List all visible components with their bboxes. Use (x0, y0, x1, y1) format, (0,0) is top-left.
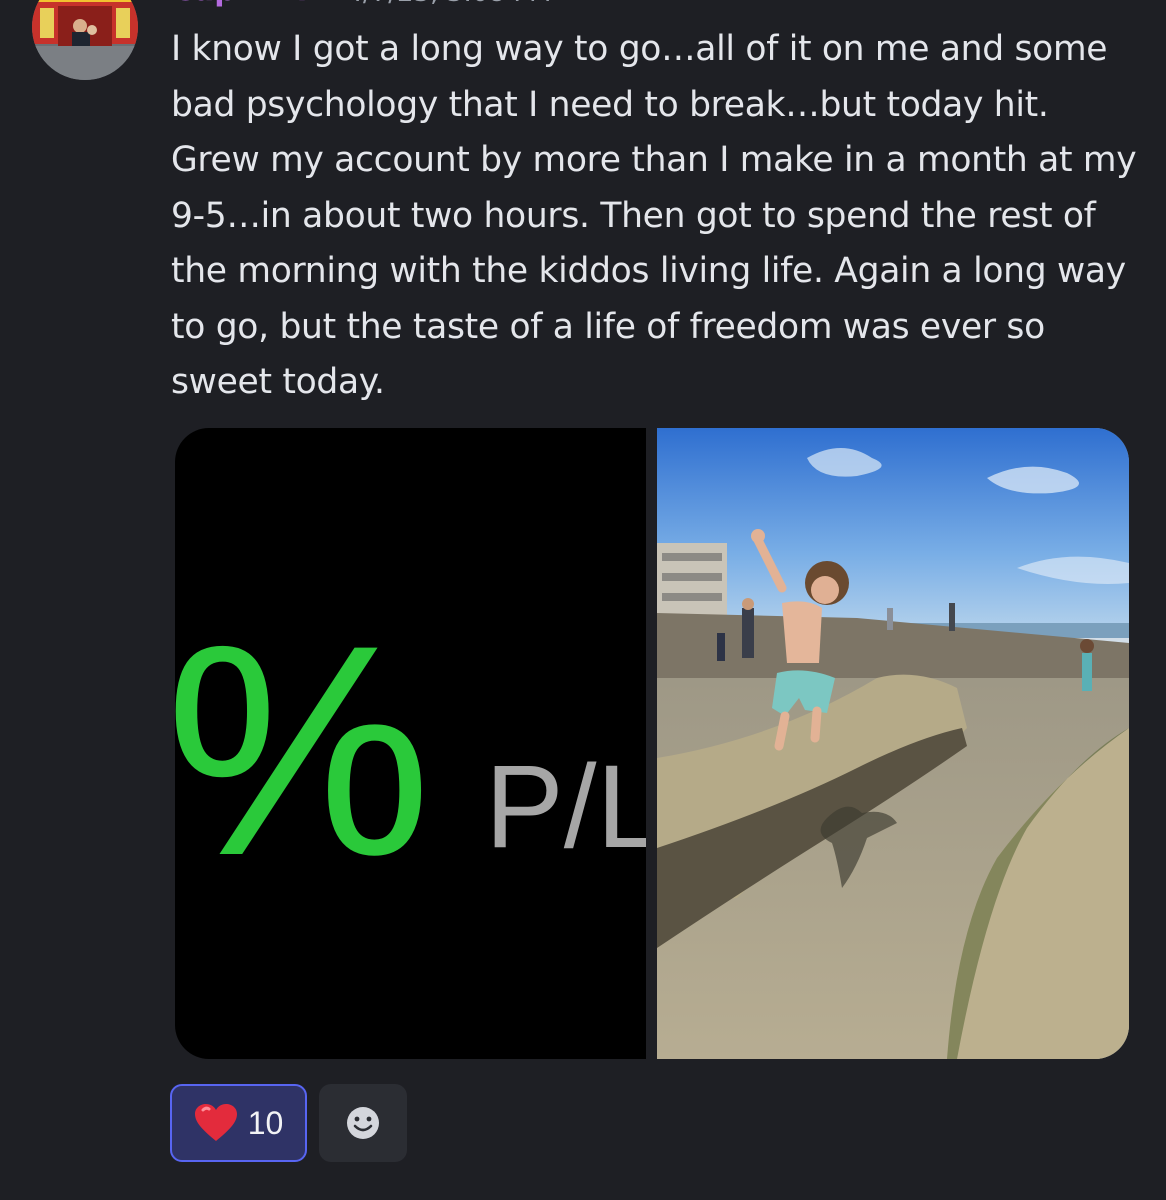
heart-icon (194, 1104, 237, 1141)
reactions-bar: 10 (170, 1084, 407, 1162)
pl-label: P/L (485, 748, 646, 866)
author-name[interactable]: Capt. Dix (172, 0, 326, 8)
user-avatar[interactable] (32, 0, 138, 80)
add-reaction-button[interactable] (319, 1084, 407, 1162)
beach-photo-attachment[interactable] (657, 428, 1129, 1059)
avatar-image (32, 0, 138, 80)
message-header: Capt. Dix 4/7/23, 3:08 PM (172, 0, 551, 8)
smiley-icon (347, 1107, 379, 1139)
message-timestamp: 4/7/23, 3:08 PM (346, 0, 551, 8)
pl-percent-symbol: % (165, 582, 432, 918)
message-text: I know I got a long way to go…all of it … (171, 29, 1137, 402)
beach-photo-icon (657, 428, 1129, 1059)
message-view: Capt. Dix 4/7/23, 3:08 PM I know I got a… (0, 0, 1166, 1200)
reaction-count: 10 (247, 1104, 284, 1141)
heart-reaction-button[interactable]: 10 (170, 1084, 307, 1162)
